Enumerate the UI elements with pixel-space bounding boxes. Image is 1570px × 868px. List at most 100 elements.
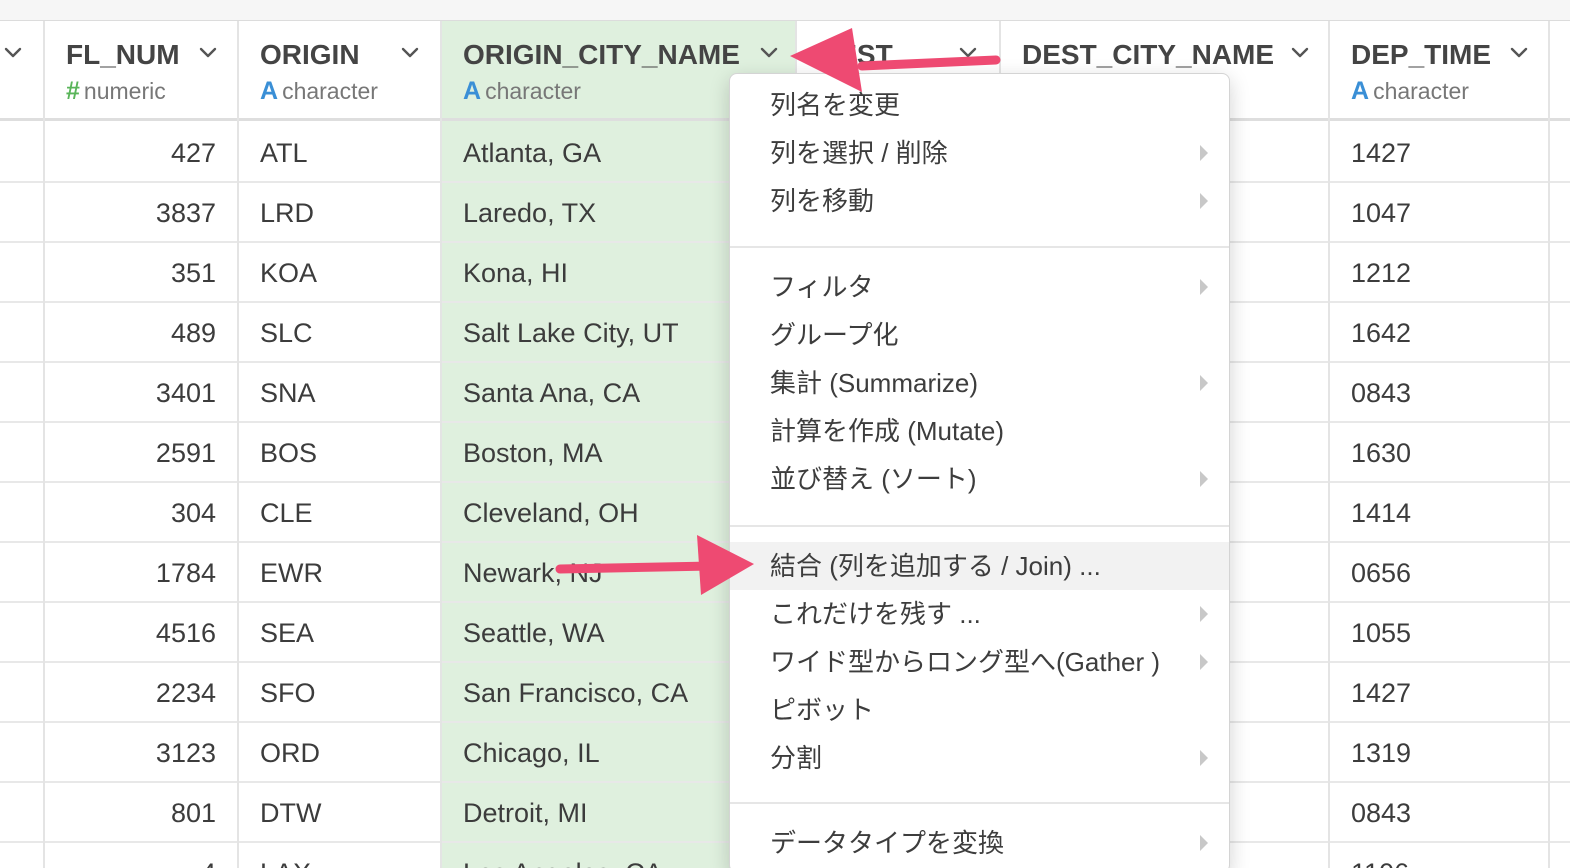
menu-item[interactable]: 分割 bbox=[730, 734, 1229, 782]
table-cell bbox=[0, 783, 43, 843]
menu-item-label: 列を選択 / 削除 bbox=[770, 138, 948, 168]
table-cell: LAX bbox=[239, 843, 440, 868]
column-header[interactable] bbox=[0, 21, 43, 121]
chevron-down-icon[interactable] bbox=[760, 47, 778, 59]
table-cell: 489 bbox=[45, 303, 237, 363]
menu-item-label: 分割 bbox=[770, 743, 823, 773]
table-cell bbox=[0, 423, 43, 483]
menu-item[interactable]: グループ化 bbox=[730, 311, 1229, 359]
table-cell: 1784 bbox=[45, 543, 237, 603]
chevron-right-icon bbox=[1200, 145, 1208, 161]
table-cell bbox=[1550, 723, 1570, 783]
table-cell bbox=[1550, 663, 1570, 723]
table-cell bbox=[0, 483, 43, 543]
chevron-down-icon[interactable] bbox=[199, 47, 217, 59]
column-header[interactable]: FL_NUM # numeric bbox=[45, 21, 237, 121]
chevron-right-icon bbox=[1200, 471, 1208, 487]
chevron-down-icon[interactable] bbox=[959, 47, 977, 59]
column-type-name: character bbox=[282, 78, 378, 104]
column-type: Acharacter bbox=[1351, 77, 1469, 106]
data-grid-screen: FL_NUM # numeric 427 3837 351 489 3401 2591 304 17… bbox=[0, 0, 1570, 868]
character-type-icon: A bbox=[1351, 77, 1370, 105]
table-cell: 3401 bbox=[45, 363, 237, 423]
table-cell: SLC bbox=[239, 303, 440, 363]
character-type-icon: A bbox=[260, 77, 279, 105]
menu-divider bbox=[730, 802, 1229, 804]
table-cell: KOA bbox=[239, 243, 440, 303]
table-cell: 1055 bbox=[1330, 603, 1548, 663]
menu-item[interactable]: 集計 (Summarize) bbox=[730, 359, 1229, 407]
menu-item[interactable]: フィルタ bbox=[730, 263, 1229, 311]
table-cell: CLE bbox=[239, 483, 440, 543]
table-cell bbox=[0, 603, 43, 663]
table-cell bbox=[0, 543, 43, 603]
table-cell: 4 bbox=[45, 843, 237, 868]
column-name: ORIGIN_CITY_NAME bbox=[463, 39, 740, 70]
table-cell: 304 bbox=[45, 483, 237, 543]
column-name: ORIGIN bbox=[260, 39, 360, 70]
table-cell bbox=[1550, 543, 1570, 603]
menu-item[interactable]: 結合 (列を追加する / Join) ... bbox=[730, 542, 1229, 590]
column-header[interactable] bbox=[1550, 21, 1570, 121]
table-cell: 427 bbox=[45, 123, 237, 183]
column-header[interactable]: ORIGIN Acharacter bbox=[239, 21, 440, 121]
chevron-down-icon[interactable] bbox=[401, 47, 419, 59]
chevron-down-icon[interactable] bbox=[4, 47, 22, 59]
table-cell: SEA bbox=[239, 603, 440, 663]
numeric-type-icon: # bbox=[66, 77, 80, 105]
table-cell: 801 bbox=[45, 783, 237, 843]
table-cell bbox=[1550, 183, 1570, 243]
menu-divider bbox=[730, 246, 1229, 248]
chevron-right-icon bbox=[1200, 654, 1208, 670]
table-cell bbox=[1550, 303, 1570, 363]
menu-item[interactable]: これだけを残す ... bbox=[730, 590, 1229, 638]
menu-item[interactable]: ピボット bbox=[730, 686, 1229, 734]
column-name: DEST bbox=[818, 39, 893, 70]
menu-item-label: ワイド型からロング型へ(Gather ) bbox=[770, 647, 1161, 677]
menu-item[interactable]: 計算を作成 (Mutate) bbox=[730, 407, 1229, 455]
column-context-menu: 列名を変更列を選択 / 削除 列を移動フィルタグループ化集計 (Summarize… bbox=[729, 73, 1230, 868]
menu-item-label: データタイプを変換 bbox=[770, 828, 1005, 858]
chevron-down-icon[interactable] bbox=[1291, 47, 1309, 59]
chevron-right-icon bbox=[1200, 606, 1208, 622]
menu-item-label: 列を移動 bbox=[770, 186, 875, 216]
column-fl-num: FL_NUM # numeric 427 3837 351 489 3401 2591 304 17… bbox=[45, 21, 239, 868]
table-cell: ATL bbox=[239, 123, 440, 183]
table-cell bbox=[1550, 783, 1570, 843]
menu-item[interactable]: 列を移動 bbox=[730, 177, 1229, 225]
table-cell bbox=[1550, 483, 1570, 543]
table-cell bbox=[0, 303, 43, 363]
chevron-right-icon bbox=[1200, 375, 1208, 391]
column-name: DEP_TIME bbox=[1351, 39, 1492, 70]
menu-item[interactable]: ワイド型からロング型へ(Gather ) bbox=[730, 638, 1229, 686]
column-dep-time: DEP_TIME Acharacter 1427 1047 1212 1642 0843 16… bbox=[1330, 21, 1550, 868]
table-cell: 0843 bbox=[1330, 363, 1548, 423]
table-cell bbox=[1550, 123, 1570, 183]
table-cell bbox=[0, 123, 43, 183]
column-type: Acharacter bbox=[260, 77, 378, 106]
column-origin: ORIGIN Acharacter ATL LRD KOA SLC SNA BOS CLE EWR… bbox=[239, 21, 442, 868]
table-cell bbox=[1550, 363, 1570, 423]
table-cell: ORD bbox=[239, 723, 440, 783]
menu-divider bbox=[730, 525, 1229, 527]
column-type-name: numeric bbox=[83, 78, 166, 104]
table-cell bbox=[0, 363, 43, 423]
column-type-name: character bbox=[1373, 78, 1469, 104]
menu-item-label: グループ化 bbox=[770, 320, 899, 350]
table-cell: EWR bbox=[239, 543, 440, 603]
column-header[interactable]: DEP_TIME Acharacter bbox=[1330, 21, 1548, 121]
menu-item-label: 並び替え (ソート) bbox=[770, 464, 977, 494]
chevron-right-icon bbox=[1200, 279, 1208, 295]
menu-item[interactable]: 列名を変更 bbox=[730, 81, 1229, 129]
menu-item[interactable]: データタイプを変換 bbox=[730, 819, 1229, 867]
menu-item[interactable]: 並び替え (ソート) bbox=[730, 455, 1229, 503]
table-cell bbox=[0, 663, 43, 723]
menu-item-label: フィルタ bbox=[770, 272, 874, 302]
table-cell: SNA bbox=[239, 363, 440, 423]
menu-item[interactable]: 列を選択 / 削除 bbox=[730, 129, 1229, 177]
table-cell: 351 bbox=[45, 243, 237, 303]
table-cell bbox=[0, 183, 43, 243]
chevron-right-icon bbox=[1200, 835, 1208, 851]
table-cell: 1414 bbox=[1330, 483, 1548, 543]
chevron-down-icon[interactable] bbox=[1510, 47, 1528, 59]
